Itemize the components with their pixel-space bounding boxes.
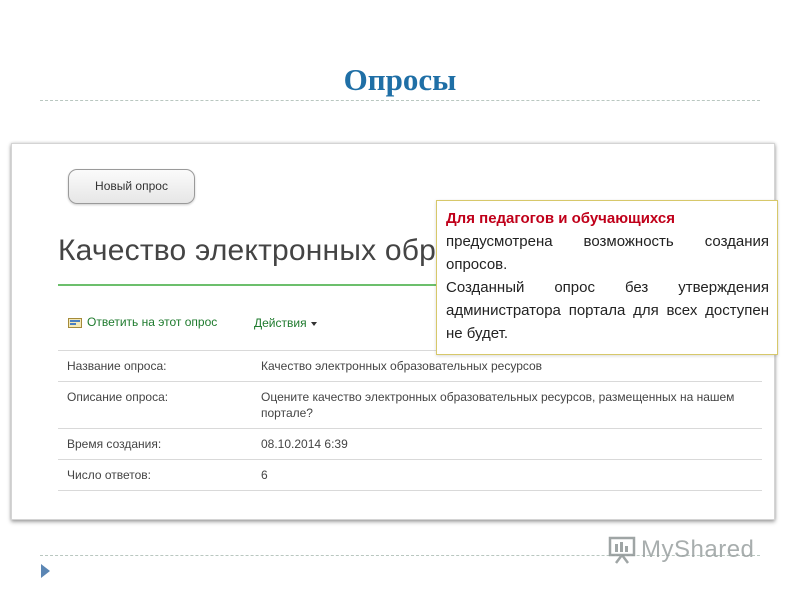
table-row: Название опроса: Качество электронных об… xyxy=(58,350,762,382)
row-label: Число ответов: xyxy=(58,459,252,491)
chevron-down-icon xyxy=(310,321,317,326)
callout-text-1: предусмотрена возможность создания опрос… xyxy=(446,233,769,273)
reply-survey-link[interactable]: Ответить на этот опрос xyxy=(68,315,217,329)
next-slide-arrow-icon[interactable] xyxy=(41,564,50,578)
reply-link-label: Ответить на этот опрос xyxy=(87,315,218,329)
presentation-icon xyxy=(608,536,636,564)
row-value: 08.10.2014 6:39 xyxy=(252,428,762,460)
reply-icon xyxy=(68,317,82,328)
row-label: Время создания: xyxy=(58,428,252,460)
callout-heading: Для педагогов и обучающихся xyxy=(446,210,675,227)
new-survey-button[interactable]: Новый опрос xyxy=(68,169,195,204)
row-label: Описание опроса: xyxy=(58,381,252,429)
slide-title: Опросы xyxy=(343,62,457,97)
table-row: Время создания: 08.10.2014 6:39 xyxy=(58,428,762,460)
table-row: Описание опроса: Оцените качество электр… xyxy=(58,381,762,429)
row-label: Название опроса: xyxy=(58,350,252,382)
actions-menu[interactable]: Действия xyxy=(254,316,317,330)
row-value: Оцените качество электронных образовател… xyxy=(252,381,762,429)
table-row: Число ответов: 6 xyxy=(58,459,762,491)
title-underline xyxy=(58,284,458,286)
row-value: 6 xyxy=(252,459,762,491)
row-value: Качество электронных образовательных рес… xyxy=(252,350,762,382)
watermark-text: MyShared xyxy=(641,536,755,563)
survey-title: Качество электронных образовательных рес… xyxy=(58,234,458,267)
top-divider xyxy=(40,100,760,101)
info-callout: Для педагогов и обучающихся предусмотрен… xyxy=(436,200,778,355)
callout-text-2: Созданный опрос без утверждения админист… xyxy=(446,279,769,342)
survey-details-table: Название опроса: Качество электронных об… xyxy=(58,350,762,491)
watermark: MyShared xyxy=(607,535,754,565)
actions-menu-label: Действия xyxy=(254,316,307,330)
